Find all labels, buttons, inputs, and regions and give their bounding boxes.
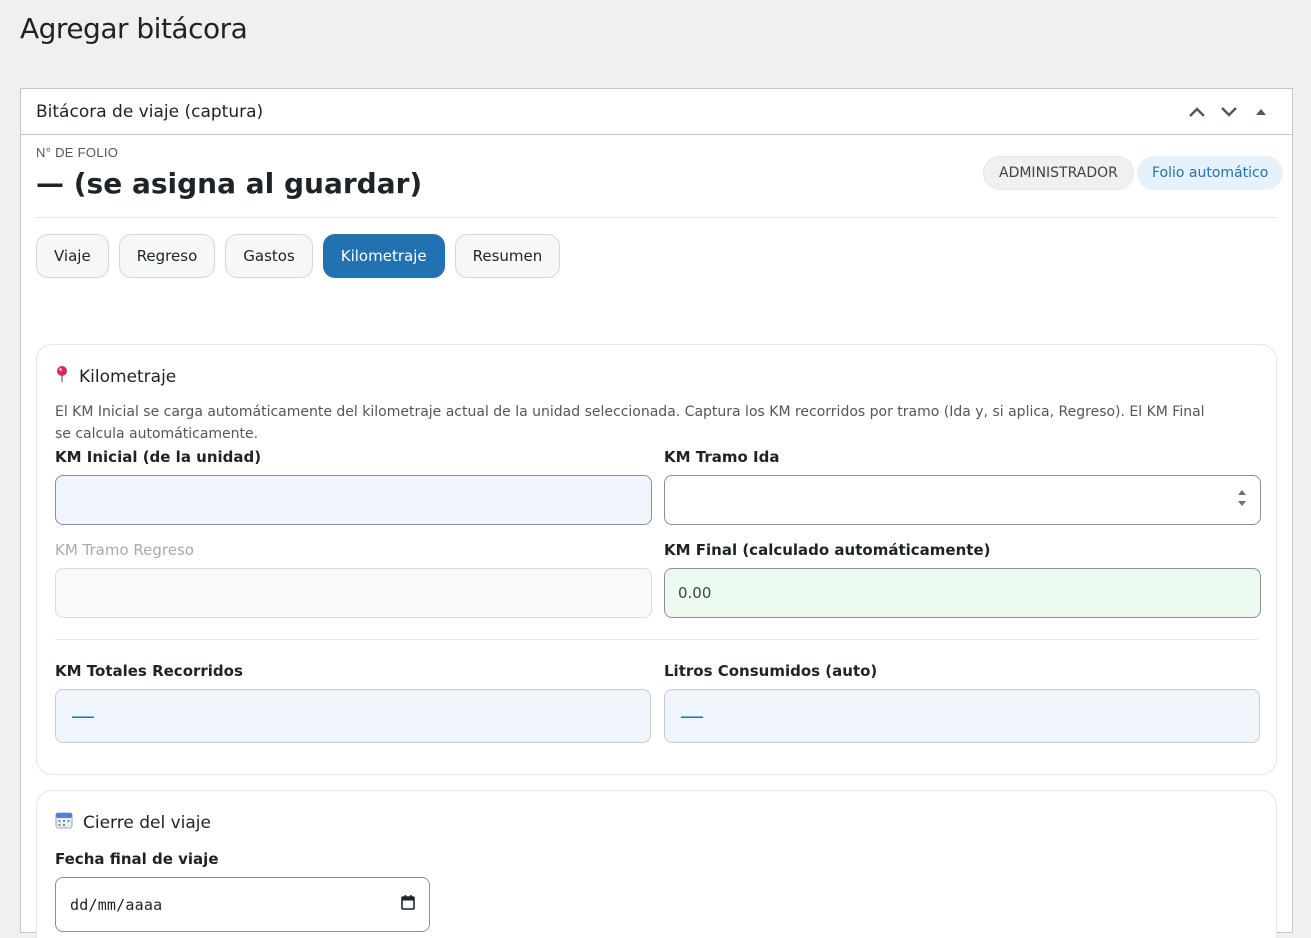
tab-regreso[interactable]: Regreso <box>118 234 216 278</box>
tab-bar: Viaje Regreso Gastos Kilometraje Resumen <box>36 234 561 278</box>
bitacora-postbox: Bitácora de viaje (captura) N° DE FOLIO … <box>20 88 1293 938</box>
tab-gastos[interactable]: Gastos <box>225 234 313 278</box>
move-down-icon[interactable] <box>1213 96 1245 128</box>
postbox-header: Bitácora de viaje (captura) <box>21 89 1292 135</box>
fecha-final-input[interactable]: dd/mm/aaaa <box>55 877 430 932</box>
role-badge: ADMINISTRADOR <box>983 156 1134 190</box>
fecha-final-placeholder: dd/mm/aaaa <box>70 895 163 914</box>
pushpin-icon <box>55 365 69 388</box>
collapse-toggle-icon[interactable] <box>1245 96 1277 128</box>
move-up-icon[interactable] <box>1181 96 1213 128</box>
km-tramo-regreso-label: KM Tramo Regreso <box>55 541 194 559</box>
number-spinner-icon[interactable] <box>1237 487 1247 513</box>
km-tramo-ida-field[interactable] <box>664 475 1261 525</box>
km-tramo-regreso-field <box>55 568 652 618</box>
tab-kilometraje[interactable]: Kilometraje <box>322 234 445 278</box>
postbox-title: Bitácora de viaje (captura) <box>36 101 264 122</box>
litros-label: Litros Consumidos (auto) <box>664 662 878 680</box>
cierre-card: Cierre del viaje Fecha final de viaje dd… <box>36 790 1277 938</box>
kilometraje-card: Kilometraje El KM Inicial se carga autom… <box>36 344 1277 775</box>
folio-value: — (se asigna al guardar) <box>36 167 423 200</box>
fecha-final-label: Fecha final de viaje <box>55 850 219 868</box>
folio-auto-badge: Folio automático <box>1137 156 1284 190</box>
km-inicial-label: KM Inicial (de la unidad) <box>55 448 262 466</box>
km-final-label: KM Final (calculado automáticamente) <box>664 541 991 559</box>
page-title: Agregar bitácora <box>20 12 248 45</box>
km-totales-value: — <box>55 689 651 743</box>
kilometraje-divider <box>55 639 1258 640</box>
km-final-field[interactable]: 0.00 <box>664 568 1261 618</box>
tab-viaje[interactable]: Viaje <box>36 234 109 278</box>
cierre-title: Cierre del viaje <box>83 812 211 833</box>
km-inicial-field[interactable] <box>55 475 652 525</box>
litros-value: — <box>664 689 1260 743</box>
kilometraje-heading: Kilometraje <box>55 365 176 388</box>
km-tramo-ida-label: KM Tramo Ida <box>664 448 780 466</box>
kilometraje-description: El KM Inicial se carga automáticamente d… <box>55 404 1205 442</box>
kilometraje-title: Kilometraje <box>79 366 177 387</box>
calendar-icon <box>55 811 73 834</box>
folio-label: N° DE FOLIO <box>36 145 119 160</box>
calendar-picker-icon[interactable] <box>401 895 415 914</box>
tab-resumen[interactable]: Resumen <box>454 234 561 278</box>
header-divider <box>36 217 1277 218</box>
cierre-heading: Cierre del viaje <box>55 811 211 834</box>
km-totales-label: KM Totales Recorridos <box>55 662 243 680</box>
